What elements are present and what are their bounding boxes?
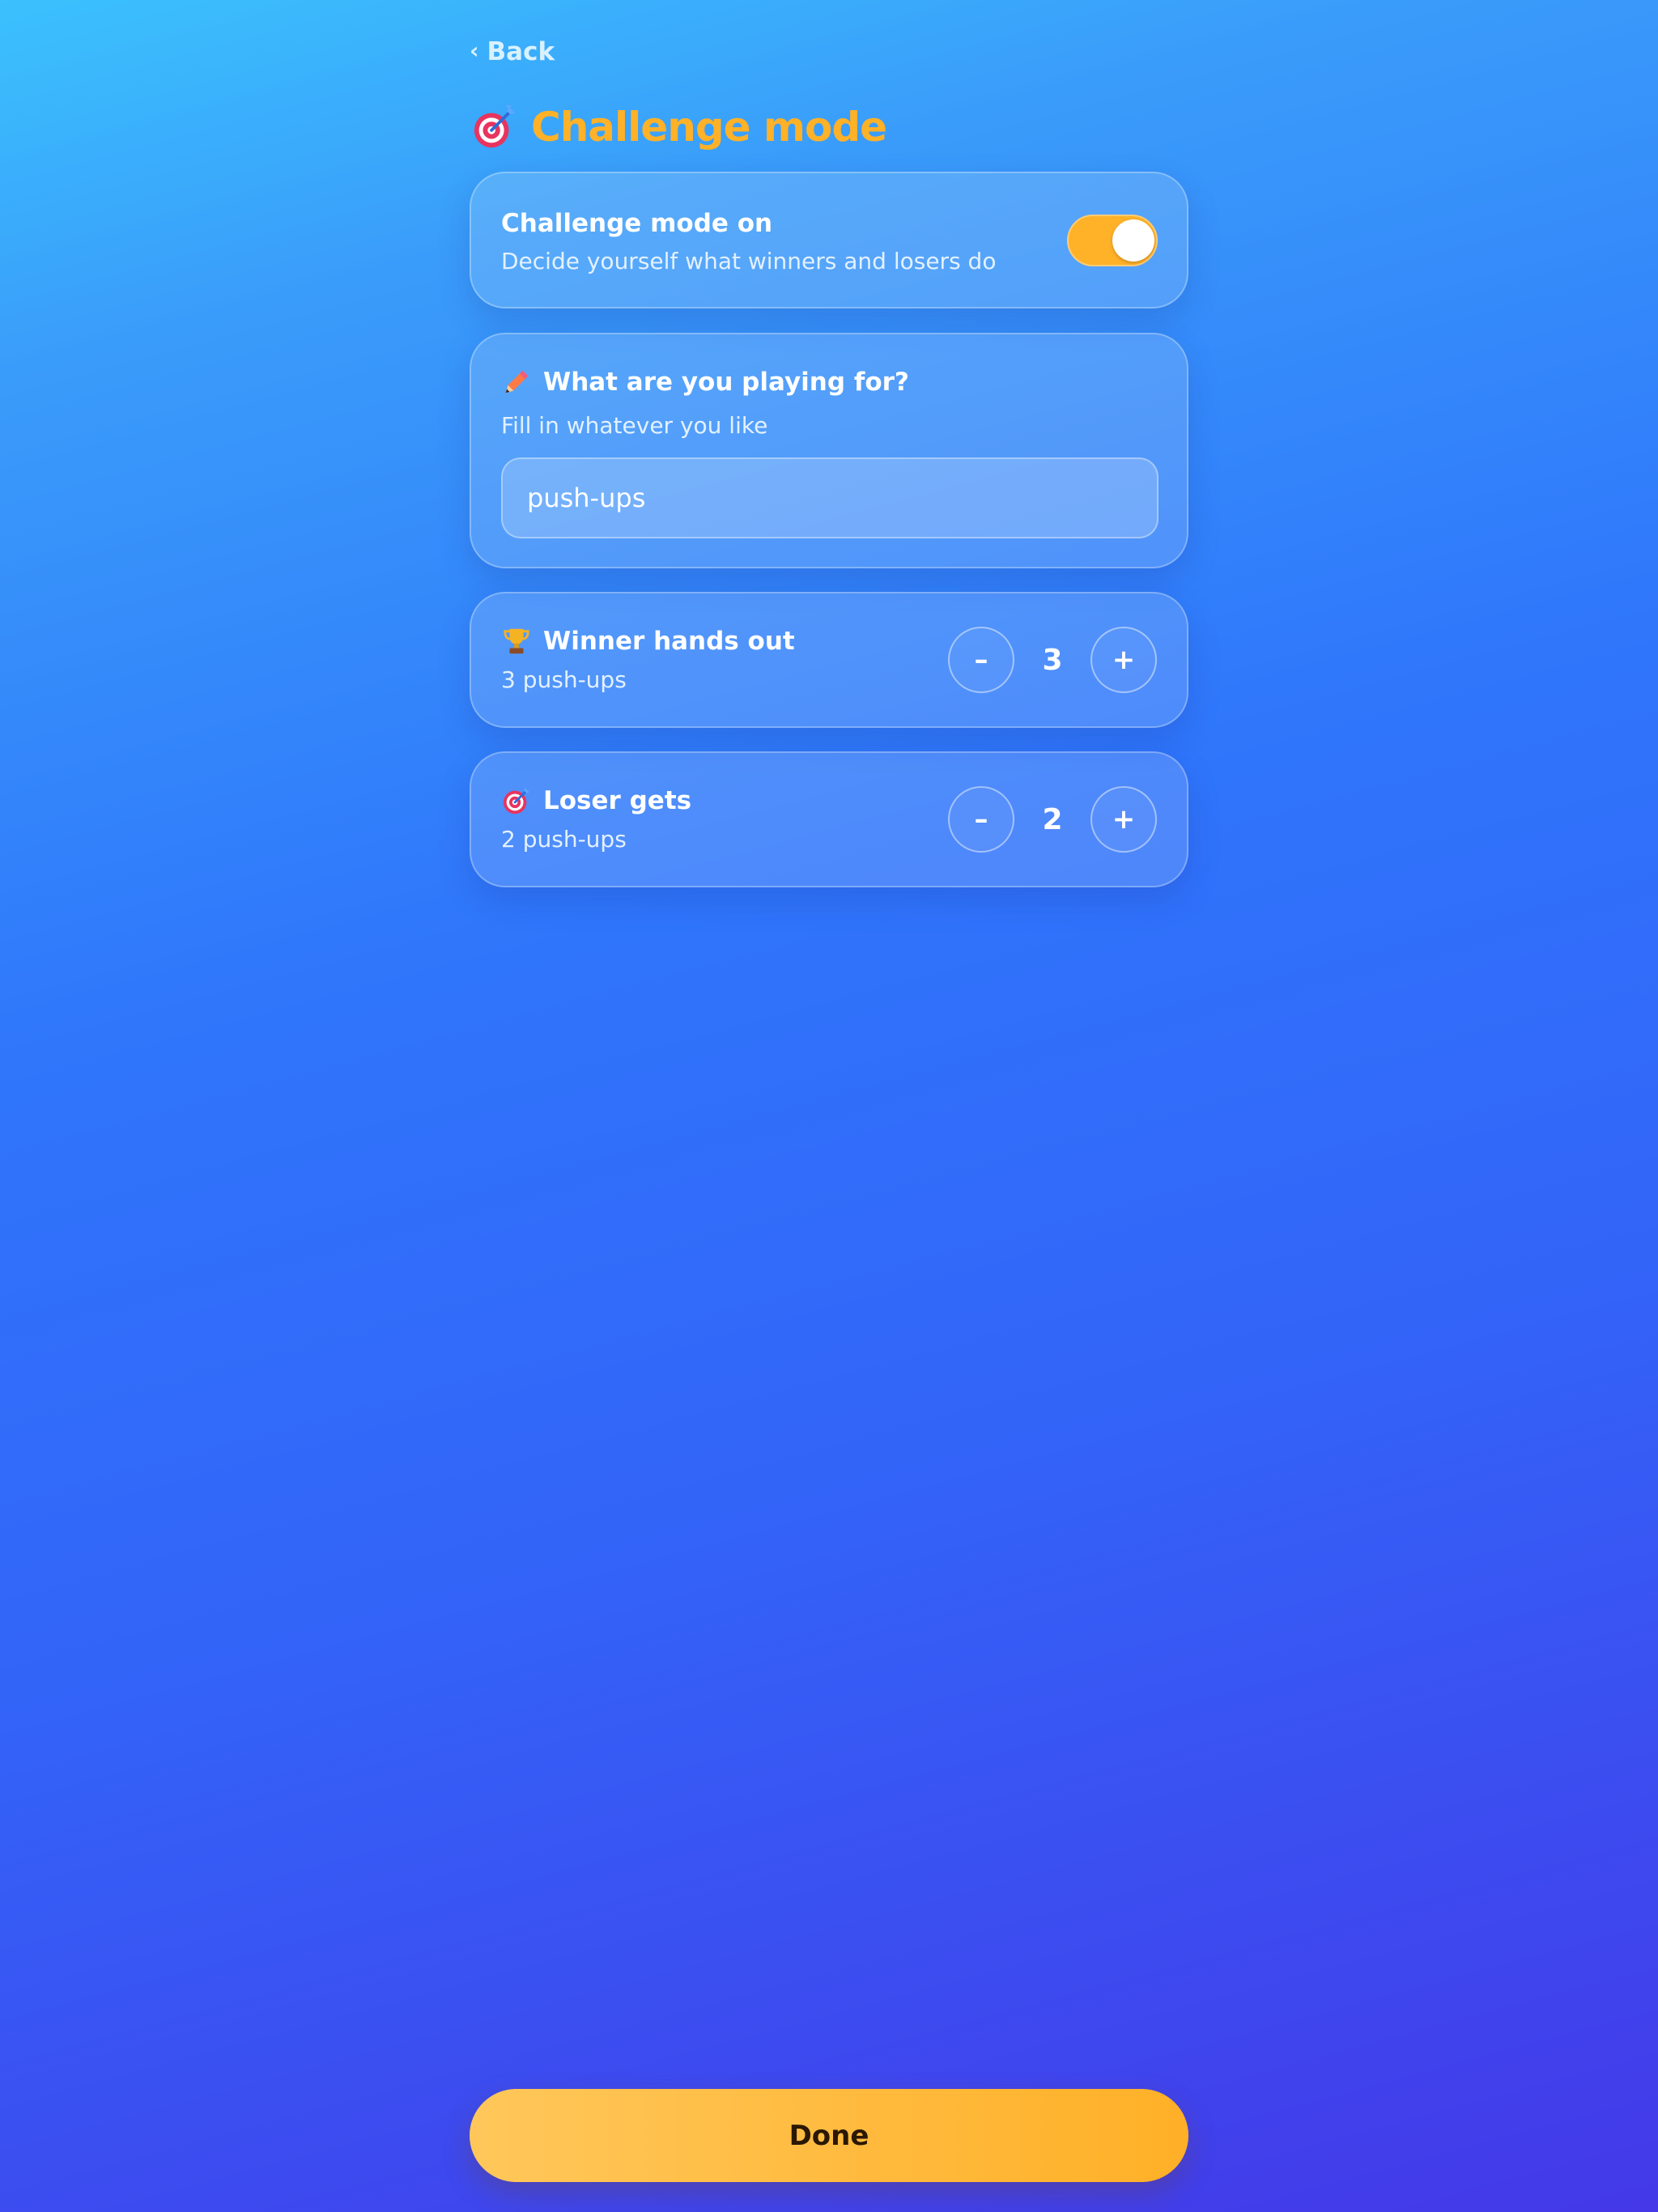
back-button[interactable]: ‹ Back [470, 32, 555, 71]
loser-increment-button[interactable]: + [1090, 786, 1157, 853]
target-icon [503, 787, 530, 815]
page-title: Challenge mode [531, 104, 887, 151]
loser-decrement-button[interactable]: – [948, 786, 1014, 853]
challenge-mode-toggle[interactable] [1067, 215, 1158, 266]
winner-title: Winner hands out [543, 627, 795, 656]
loser-stepper: – 2 + [948, 785, 1157, 853]
winner-title-row: Winner hands out [501, 626, 795, 657]
loser-subtitle: 2 push-ups [501, 826, 627, 853]
challenge-mode-title: Challenge mode on [501, 209, 773, 238]
page-header: Challenge mode [470, 99, 887, 155]
winner-decrement-button[interactable]: – [948, 627, 1014, 693]
winner-card: Winner hands out 3 push-ups – 3 + [470, 592, 1188, 728]
winner-value: 3 [1042, 643, 1063, 677]
playing-for-title: What are you playing for? [543, 368, 909, 397]
playing-for-subtitle: Fill in whatever you like [501, 412, 768, 439]
winner-stepper: – 3 + [948, 626, 1157, 694]
toggle-knob [1112, 219, 1154, 262]
loser-card: Loser gets 2 push-ups – 2 + [470, 751, 1188, 887]
target-icon [474, 104, 516, 148]
loser-value: 2 [1042, 802, 1063, 836]
loser-title-row: Loser gets [501, 785, 691, 816]
winner-increment-button[interactable]: + [1090, 627, 1157, 693]
back-label: Back [487, 37, 555, 66]
loser-title: Loser gets [543, 786, 692, 815]
playing-for-input[interactable] [501, 457, 1158, 538]
playing-for-card: What are you playing for? Fill in whatev… [470, 333, 1188, 568]
done-button[interactable]: Done [470, 2089, 1188, 2182]
playing-for-title-row: What are you playing for? [501, 367, 909, 398]
challenge-mode-subtitle: Decide yourself what winners and losers … [501, 248, 997, 274]
challenge-mode-card: Challenge mode on Decide yourself what w… [470, 172, 1188, 308]
chevron-left-icon: ‹ [470, 37, 479, 64]
trophy-icon [504, 628, 529, 654]
winner-subtitle: 3 push-ups [501, 666, 627, 693]
pencil-icon [505, 370, 529, 393]
